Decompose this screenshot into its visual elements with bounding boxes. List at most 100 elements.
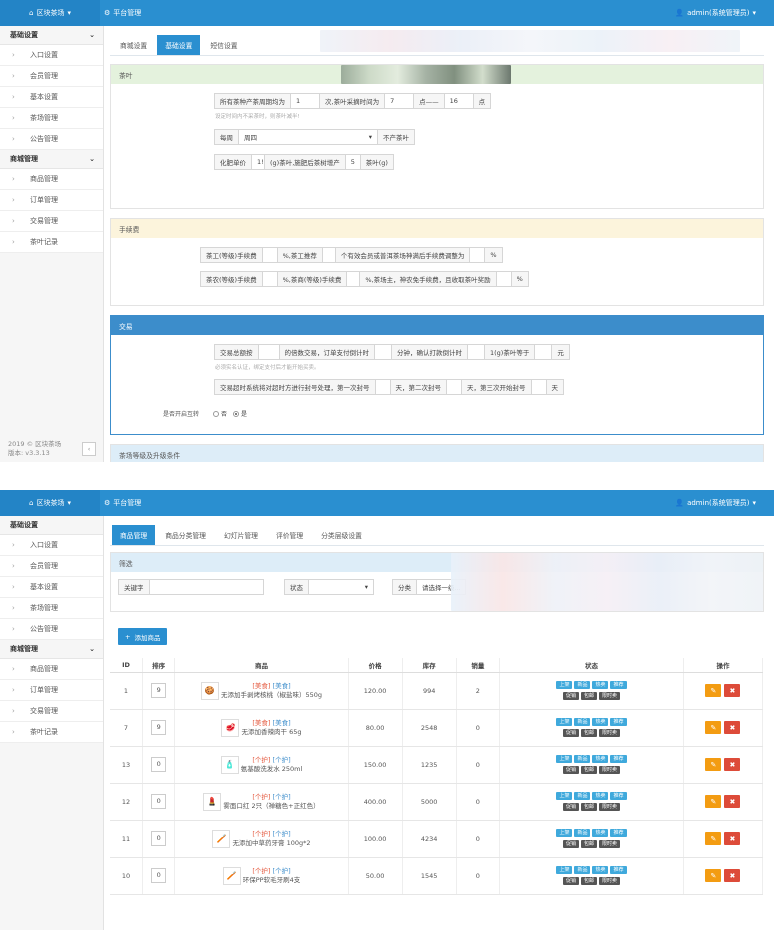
status-badge[interactable]: 限时卖 [598,766,620,774]
sort-input[interactable]: 0 [151,868,167,883]
col-id[interactable]: ID [110,658,143,673]
tea-cycle-input[interactable]: 1 [290,93,320,109]
confirm-countdown-input[interactable] [467,344,485,360]
sort-input[interactable]: 9 [151,720,167,735]
status-badge[interactable]: 热卖 [592,718,609,726]
status-badge[interactable]: 推荐 [610,829,627,837]
sidebar-item-notice[interactable]: › 公告管理 [0,619,103,640]
sidebar-item-trade[interactable]: › 交易管理 [0,211,103,232]
edit-icon[interactable]: ✎ [705,684,722,697]
tab-sms-settings[interactable]: 短信设置 [202,35,245,55]
keyword-input[interactable] [148,579,264,595]
admin-menu[interactable]: 👤 admin(系统管理员) ▾ [675,0,756,26]
platform-menu[interactable]: ⚙ 平台管理 [104,0,141,26]
status-badge[interactable]: 新品 [574,755,591,763]
sidebar-item-tealog[interactable]: › 茶叶记录 [0,722,103,743]
delete-icon[interactable]: ✖ [724,758,741,771]
status-badge[interactable]: 促销 [562,840,579,848]
edit-icon[interactable]: ✎ [705,758,722,771]
status-badge[interactable]: 限时卖 [598,729,620,737]
product-name[interactable]: [个护] [个护] 氨基酸洗发水 250ml [241,756,303,774]
trade-multiple-input[interactable] [257,344,280,360]
status-badge[interactable]: 限时卖 [598,840,620,848]
delete-icon[interactable]: ✖ [724,795,741,808]
sidebar-item-members[interactable]: › 会员管理 [0,556,103,577]
product-name[interactable]: [个护] [个护] 雾面口红 2只（禅糖色+正红色） [223,793,319,811]
sidebar-item-goods[interactable]: › 商品管理 [0,169,103,190]
product-name[interactable]: [美食] [美食] 无添加手剥烤核桃（椒盐味）550g [221,682,322,700]
sidebar-group-mall[interactable]: 商城管理 ⌄ [0,640,103,659]
worker-fee-input[interactable] [261,247,278,263]
status-badge[interactable]: 推荐 [610,792,627,800]
farmer-fee-input[interactable] [261,271,278,287]
sort-input[interactable]: 0 [151,757,167,772]
status-badge[interactable]: 热卖 [592,866,609,874]
status-badge[interactable]: 促销 [562,877,579,885]
tab-mall-settings[interactable]: 商城设置 [112,35,155,55]
brand-menu[interactable]: ⌂ 区块茶场 ▾ [0,490,100,516]
pick-end-input[interactable]: 16 [443,93,474,109]
sidebar-item-teafarm[interactable]: › 茶场管理 [0,598,103,619]
sort-input[interactable]: 0 [151,794,167,809]
tab-slides[interactable]: 幻灯片管理 [216,525,266,545]
ban-third-input[interactable] [530,379,547,395]
edit-icon[interactable]: ✎ [705,869,722,882]
status-badge[interactable]: 上架 [556,755,573,763]
status-badge[interactable]: 包邮 [580,729,597,737]
status-badge[interactable]: 新品 [574,866,591,874]
status-badge[interactable]: 促销 [562,803,579,811]
pay-countdown-input[interactable] [374,344,392,360]
collapse-sidebar-icon[interactable]: ‹ [82,442,96,456]
sidebar-item-teafarm[interactable]: › 茶场管理 [0,108,103,129]
status-badge[interactable]: 促销 [562,692,579,700]
status-badge[interactable]: 热卖 [592,681,609,689]
tab-reviews[interactable]: 评价管理 [268,525,311,545]
delete-icon[interactable]: ✖ [724,869,741,882]
adjusted-fee-input[interactable] [469,247,486,263]
status-badge[interactable]: 新品 [574,718,591,726]
merchant-fee-input[interactable] [346,271,361,287]
recommend-count-input[interactable] [321,247,336,263]
ban-second-input[interactable] [446,379,462,395]
status-badge[interactable]: 限时卖 [598,803,620,811]
status-badge[interactable]: 推荐 [610,681,627,689]
sidebar-group-mall[interactable]: 商城管理 ⌄ [0,150,103,169]
sidebar-item-basic[interactable]: › 基本设置 [0,87,103,108]
pick-start-input[interactable]: 7 [384,93,415,109]
tab-basic-settings[interactable]: 基础设置 [157,35,201,55]
col-stock[interactable]: 库存 [402,658,457,673]
sidebar-item-tealog[interactable]: › 茶叶记录 [0,232,103,253]
status-badge[interactable]: 新品 [574,681,591,689]
delete-icon[interactable]: ✖ [724,684,741,697]
status-badge[interactable]: 包邮 [580,692,597,700]
sidebar-item-goods[interactable]: › 商品管理 [0,659,103,680]
status-badge[interactable]: 包邮 [580,877,597,885]
status-badge[interactable]: 包邮 [580,803,597,811]
ban-first-input[interactable] [374,379,391,395]
tab-goods[interactable]: 商品管理 [112,525,156,545]
status-badge[interactable]: 促销 [562,729,579,737]
status-badge[interactable]: 包邮 [580,766,597,774]
platform-menu[interactable]: ⚙ 平台管理 [104,490,141,516]
status-badge[interactable]: 推荐 [610,866,627,874]
status-badge[interactable]: 包邮 [580,840,597,848]
status-badge[interactable]: 限时卖 [598,692,620,700]
tea-price-input[interactable] [534,344,553,360]
product-name[interactable]: [个护] [个护] 环保PP软毛牙刷4支 [243,867,300,885]
product-name[interactable]: [美食] [美食] 无添加香辣肉干 65g [242,719,302,737]
status-badge[interactable]: 促销 [562,766,579,774]
col-sort[interactable]: 排序 [142,658,176,673]
sidebar-item-entry[interactable]: › 入口设置 [0,535,103,556]
edit-icon[interactable]: ✎ [705,832,722,845]
sidebar-group-basic[interactable]: 基础设置 ⌄ [0,26,103,45]
sidebar-item-orders[interactable]: › 订单管理 [0,190,103,211]
status-badge[interactable]: 新品 [574,792,591,800]
brand-menu[interactable]: ⌂ 区块茶场 ▾ [0,0,100,26]
transfer-yes-radio[interactable]: 是 [233,409,247,418]
tab-category-levels[interactable]: 分类层级设置 [313,525,370,545]
sidebar-item-orders[interactable]: › 订单管理 [0,680,103,701]
status-badge[interactable]: 推荐 [610,755,627,763]
tab-goods-category[interactable]: 商品分类管理 [157,525,214,545]
sidebar-item-trade[interactable]: › 交易管理 [0,701,103,722]
sidebar-item-members[interactable]: › 会员管理 [0,66,103,87]
